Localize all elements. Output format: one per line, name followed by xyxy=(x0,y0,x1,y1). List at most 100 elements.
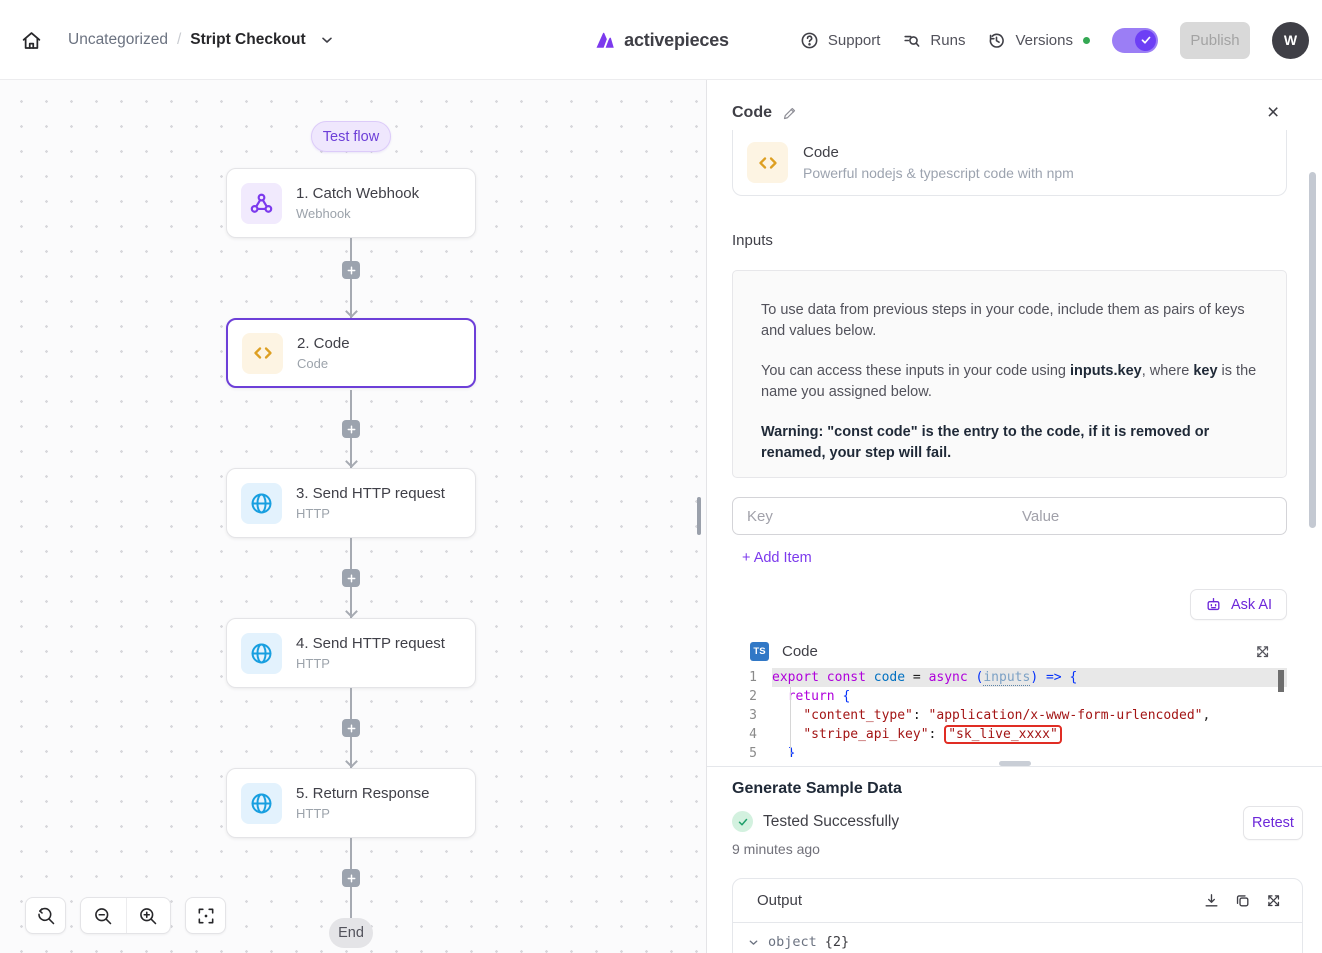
zoom-reset-icon xyxy=(36,906,56,926)
flow-node-catch-webhook[interactable]: 1. Catch Webhook Webhook xyxy=(226,168,476,238)
code-token: , xyxy=(1202,708,1210,723)
code-line[interactable]: 4 "stripe_api_key": "sk_live_xxxx" xyxy=(732,725,1287,744)
runs-button[interactable]: Runs xyxy=(902,31,965,50)
zoom-out-button[interactable] xyxy=(81,898,126,933)
support-button[interactable]: Support xyxy=(800,31,881,50)
globe-icon xyxy=(241,783,282,824)
line-number: 4 xyxy=(732,725,772,744)
code-lines[interactable]: 1export const code = async (inputs) => {… xyxy=(732,668,1287,757)
download-output-icon[interactable] xyxy=(1203,892,1220,909)
code-token: ( xyxy=(968,670,984,685)
fit-view-icon xyxy=(196,906,216,926)
add-step-button[interactable] xyxy=(342,261,360,279)
add-step-button[interactable] xyxy=(342,420,360,438)
step-card-subtitle: Powerful nodejs & typescript code with n… xyxy=(803,165,1074,181)
node-title: 1. Catch Webhook xyxy=(296,185,419,202)
code-token: inputs xyxy=(983,670,1030,686)
object-chevron-icon[interactable] xyxy=(747,936,760,949)
code-token: "application/x-www-form-urlencoded" xyxy=(929,708,1203,723)
code-line[interactable]: 1export const code = async (inputs) => { xyxy=(732,668,1287,687)
chevron-down-icon[interactable] xyxy=(319,32,335,48)
code-token: async xyxy=(929,670,968,685)
runs-icon xyxy=(902,31,921,50)
inputs-label: Inputs xyxy=(732,232,773,249)
panel-scrollbar[interactable] xyxy=(1309,172,1316,528)
add-step-button[interactable] xyxy=(342,719,360,737)
expand-output-icon[interactable] xyxy=(1265,892,1282,909)
collaboration-toggle[interactable] xyxy=(1112,28,1158,53)
fit-view-button[interactable] xyxy=(185,897,226,934)
code-token: { xyxy=(1062,670,1078,685)
node-subtitle: Code xyxy=(297,356,350,371)
node-subtitle: Webhook xyxy=(296,206,419,221)
code-scrollbar[interactable] xyxy=(1278,670,1284,692)
flow-name[interactable]: Stript Checkout xyxy=(190,31,305,49)
test-flow-button[interactable]: Test flow xyxy=(311,121,391,152)
add-item-button[interactable]: + Add Item xyxy=(742,550,812,566)
connector xyxy=(326,838,376,918)
runs-label: Runs xyxy=(930,32,965,49)
test-status: Tested Successfully xyxy=(763,813,899,831)
connector xyxy=(326,390,376,468)
code-token: "content_type" xyxy=(803,708,913,723)
flow-node-http-1[interactable]: 3. Send HTTP request HTTP xyxy=(226,468,476,538)
panel-resize-handle-horizontal[interactable] xyxy=(999,761,1031,766)
panel-title: Code xyxy=(732,104,772,122)
output-node-type: object xyxy=(768,934,817,950)
code-line[interactable]: 5 } xyxy=(732,744,1287,757)
output-title: Output xyxy=(757,892,1203,909)
brand-name: activepieces xyxy=(624,30,729,51)
section-divider xyxy=(707,766,1322,767)
flow-node-code[interactable]: 2. Code Code xyxy=(226,318,476,388)
flow-canvas[interactable]: Test flow 1. Catch Webhook Webhook xyxy=(0,80,706,953)
node-subtitle: HTTP xyxy=(296,806,429,821)
node-subtitle: HTTP xyxy=(296,656,445,671)
support-label: Support xyxy=(828,32,881,49)
toggle-check-icon xyxy=(1135,30,1156,51)
code-token xyxy=(772,708,803,723)
globe-icon xyxy=(241,483,282,524)
close-panel-button[interactable]: × xyxy=(1267,102,1279,123)
node-title: 3. Send HTTP request xyxy=(296,485,445,502)
user-avatar[interactable]: W xyxy=(1272,22,1309,59)
add-step-button[interactable] xyxy=(342,569,360,587)
step-settings-panel: Code × Code Powerful nodejs & typescript… xyxy=(706,80,1322,953)
node-title: 2. Code xyxy=(297,335,350,352)
versions-history-icon xyxy=(987,31,1006,50)
publish-button[interactable]: Publish xyxy=(1180,22,1250,59)
globe-icon xyxy=(241,633,282,674)
breadcrumb-category[interactable]: Uncategorized xyxy=(68,31,168,49)
robot-icon xyxy=(1205,596,1222,613)
ask-ai-label: Ask AI xyxy=(1231,597,1272,613)
breadcrumb-separator: / xyxy=(177,31,181,49)
help-paragraph-1: To use data from previous steps in your … xyxy=(761,300,1258,341)
add-step-button[interactable] xyxy=(342,869,360,887)
value-input[interactable] xyxy=(1008,497,1287,535)
edit-name-pencil-icon[interactable] xyxy=(782,106,797,121)
help-warning: Warning: "const code" is the entry to th… xyxy=(761,422,1258,463)
flow-node-return-response[interactable]: 5. Return Response HTTP xyxy=(226,768,476,838)
home-button[interactable] xyxy=(14,23,48,57)
flow-node-http-2[interactable]: 4. Send HTTP request HTTP xyxy=(226,618,476,688)
arrowhead-icon xyxy=(345,455,358,468)
code-line[interactable]: 3 "content_type": "application/x-www-for… xyxy=(732,706,1287,725)
zoom-in-button[interactable] xyxy=(126,898,171,933)
line-number: 5 xyxy=(732,744,772,757)
zoom-reset-button[interactable] xyxy=(25,897,66,934)
code-line[interactable]: 2 return { xyxy=(732,687,1287,706)
versions-button[interactable]: Versions xyxy=(987,31,1073,50)
output-tree-node[interactable]: object {2} xyxy=(733,923,1302,950)
output-node-count: {2} xyxy=(825,934,849,950)
code-editor[interactable]: TS Code 1export const code = async (inpu… xyxy=(732,635,1287,757)
ask-ai-button[interactable]: Ask AI xyxy=(1190,589,1287,620)
indent-guide xyxy=(790,687,791,757)
end-badge: End xyxy=(329,918,373,948)
copy-output-icon[interactable] xyxy=(1234,892,1251,909)
key-input[interactable] xyxy=(732,497,1009,535)
zoom-group xyxy=(80,897,171,934)
code-token: "stripe_api_key" xyxy=(803,727,928,742)
panel-resize-handle-vertical[interactable] xyxy=(697,497,701,535)
step-card-title: Code xyxy=(803,144,1074,161)
retest-button[interactable]: Retest xyxy=(1243,806,1303,840)
expand-code-icon[interactable] xyxy=(1254,643,1271,660)
